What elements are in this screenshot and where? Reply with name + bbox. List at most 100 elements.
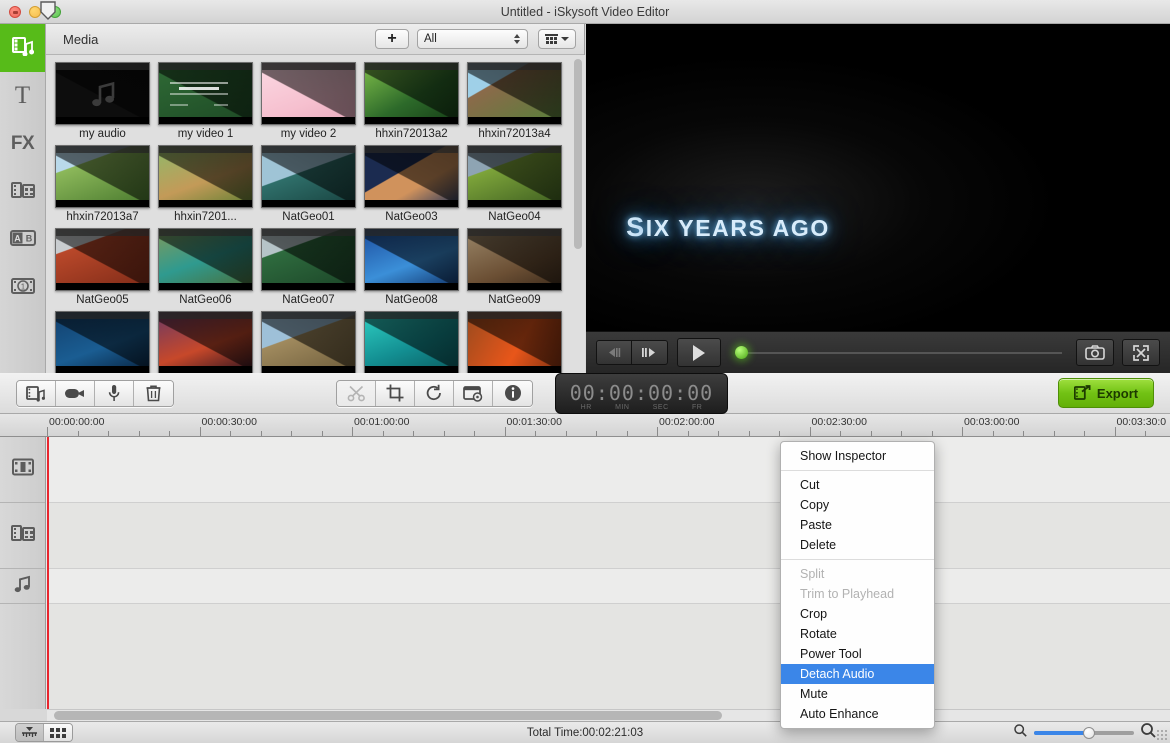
title-bar: Untitled - iSkysoft Video Editor <box>0 0 1170 24</box>
chevron-down-icon <box>561 37 569 41</box>
zoom-slider[interactable] <box>1034 726 1134 739</box>
media-item[interactable] <box>467 311 570 373</box>
thumbnail-sheen <box>262 312 355 373</box>
add-media-button[interactable]: + <box>375 29 409 49</box>
media-thumbnail <box>261 62 356 125</box>
track-header-audio[interactable] <box>0 569 45 604</box>
rotate-button[interactable] <box>415 380 454 406</box>
sidebar-item-text[interactable]: T <box>0 72 45 120</box>
crop-icon <box>386 384 404 402</box>
media-item[interactable]: NatGeo07 <box>261 228 364 306</box>
timeline-row-audio[interactable] <box>47 569 1170 604</box>
power-tool-icon <box>463 385 483 402</box>
thumbnail-bottom-bar <box>262 117 355 124</box>
media-grid-scroll[interactable]: my audio my video 1 my video 2 hhxin72013a2… <box>46 55 585 373</box>
timecode-label-sec: SEC <box>652 403 669 411</box>
thumbnail-sheen <box>56 229 149 290</box>
context-menu-item-cut[interactable]: Cut <box>781 475 934 495</box>
playhead-handle[interactable] <box>40 1 56 20</box>
context-menu-item-detach-audio[interactable]: Detach Audio <box>781 664 934 684</box>
ruler-tick <box>596 431 597 436</box>
media-item[interactable] <box>364 311 467 373</box>
media-item-label: NatGeo09 <box>488 294 541 306</box>
sidebar-item-titles[interactable]: AB <box>0 216 45 264</box>
timeline-scrollbar-thumb[interactable] <box>54 711 722 720</box>
timeline-ruler[interactable]: 00:00:00:00 00:00:30:00 00:01:00:00 00:01:3… <box>0 414 1170 437</box>
timeline-row-video[interactable] <box>47 437 1170 503</box>
context-menu-item-rotate[interactable]: Rotate <box>781 624 934 644</box>
media-item[interactable]: my video 1 <box>158 62 261 140</box>
sidebar-item-media[interactable] <box>0 24 45 72</box>
media-item[interactable]: hhxin72013a7 <box>55 145 158 223</box>
sidebar-item-elements[interactable]: 1 <box>0 264 45 312</box>
media-item[interactable]: NatGeo06 <box>158 228 261 306</box>
timecode-display[interactable]: 00:00:00:00 HR MIN SEC FR <box>555 372 728 414</box>
export-button[interactable]: Export <box>1058 378 1154 408</box>
media-item[interactable]: hhxin72013a2 <box>364 62 467 140</box>
step-forward-icon[interactable] <box>632 340 668 365</box>
sidebar-item-effects[interactable]: FX <box>0 120 45 168</box>
step-back-icon[interactable] <box>596 340 632 365</box>
inspector-button[interactable] <box>493 380 532 406</box>
context-menu-item-mute[interactable]: Mute <box>781 684 934 704</box>
media-item[interactable] <box>158 311 261 373</box>
media-item[interactable]: hhxin7201... <box>158 145 261 223</box>
media-item[interactable]: my video 2 <box>261 62 364 140</box>
grid-view-icon <box>545 34 558 44</box>
media-thumbnail <box>467 145 562 208</box>
media-filter-select[interactable]: All <box>417 29 528 49</box>
context-menu-item-auto-enhance[interactable]: Auto Enhance <box>781 704 934 724</box>
split-button[interactable] <box>337 380 376 406</box>
power-tool-button[interactable] <box>454 380 493 406</box>
import-media-button[interactable] <box>17 380 56 406</box>
record-voiceover-button[interactable] <box>95 380 134 406</box>
seek-handle[interactable] <box>735 346 748 359</box>
timeline-row-extra[interactable] <box>47 604 1170 709</box>
ruler-tick <box>931 431 933 436</box>
zoom-slider-handle[interactable] <box>1083 726 1095 739</box>
context-menu-item-paste[interactable]: Paste <box>781 515 934 535</box>
resize-grip[interactable] <box>1156 729 1168 741</box>
context-menu[interactable]: Show Inspector Cut Copy Paste Delete Split Tri… <box>780 441 935 729</box>
timeline-row-pip[interactable] <box>47 503 1170 569</box>
media-item[interactable]: hhxin72013a4 <box>467 62 570 140</box>
media-item[interactable]: NatGeo09 <box>467 228 570 306</box>
timecode-label-min: MIN <box>615 403 630 411</box>
context-menu-item-power-tool[interactable]: Power Tool <box>781 644 934 664</box>
media-item-label: NatGeo08 <box>385 294 438 306</box>
thumbnail-sheen <box>468 229 561 290</box>
media-item[interactable]: NatGeo03 <box>364 145 467 223</box>
thumbnail-sheen <box>56 146 149 207</box>
ruler-tick <box>47 427 48 436</box>
play-button[interactable] <box>677 338 721 367</box>
seek-bar[interactable] <box>735 343 1062 363</box>
media-item[interactable] <box>261 311 364 373</box>
crop-button[interactable] <box>376 380 415 406</box>
media-view-mode-button[interactable] <box>538 29 576 49</box>
media-item[interactable]: NatGeo04 <box>467 145 570 223</box>
music-note-icon <box>90 80 118 113</box>
track-header-video[interactable] <box>0 437 45 503</box>
context-menu-item-delete[interactable]: Delete <box>781 535 934 555</box>
sidebar-item-transitions[interactable] <box>0 168 45 216</box>
media-item[interactable]: NatGeo01 <box>261 145 364 223</box>
media-item[interactable]: my audio <box>55 62 158 140</box>
fullscreen-button[interactable] <box>1122 339 1160 366</box>
media-item[interactable] <box>55 311 158 373</box>
video-overlay-text-rest: IX YEARS AGO <box>645 215 830 241</box>
thumbnail-bottom-bar <box>159 117 252 124</box>
media-item[interactable]: NatGeo05 <box>55 228 158 306</box>
video-display[interactable]: SIX YEARS AGO <box>586 24 1170 331</box>
media-scrollbar-thumb[interactable] <box>574 59 582 249</box>
context-menu-item-copy[interactable]: Copy <box>781 495 934 515</box>
media-item[interactable]: NatGeo08 <box>364 228 467 306</box>
context-menu-item-show-inspector[interactable]: Show Inspector <box>781 446 934 466</box>
record-webcam-button[interactable] <box>56 380 95 406</box>
context-menu-item-crop[interactable]: Crop <box>781 604 934 624</box>
track-header-pip[interactable] <box>0 503 45 569</box>
ruler-tick <box>840 431 841 436</box>
snapshot-button[interactable] <box>1076 339 1114 366</box>
media-item-label: NatGeo07 <box>282 294 335 306</box>
timeline[interactable]: SIX YEARS AGO my video 1 <box>0 437 1170 709</box>
delete-button[interactable] <box>134 380 173 406</box>
